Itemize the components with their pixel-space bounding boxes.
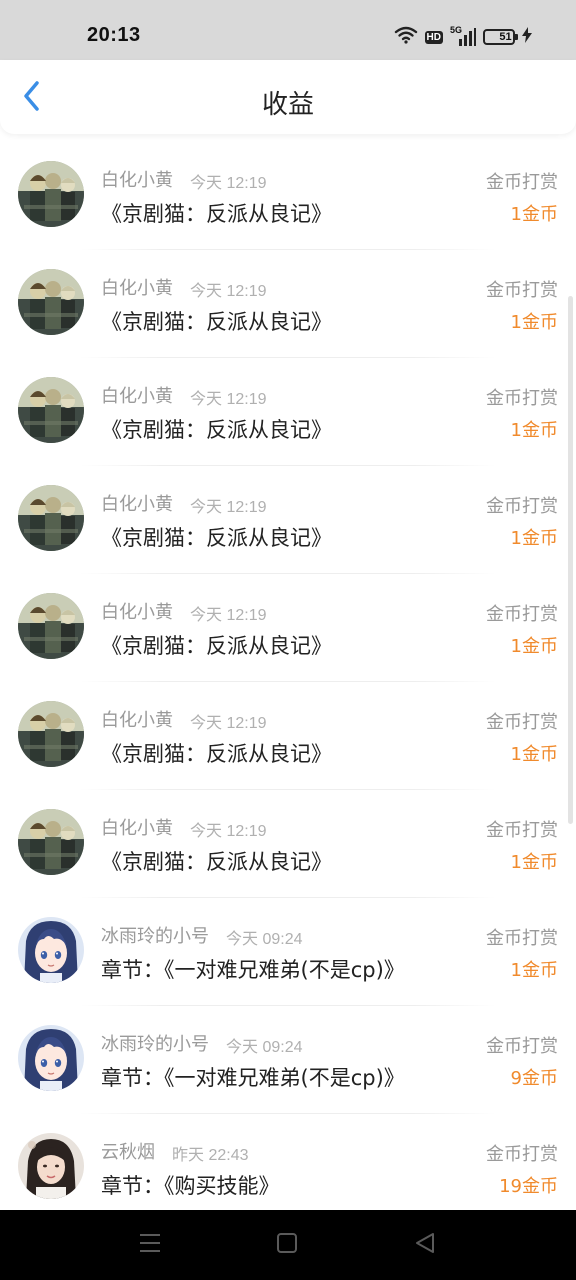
navigation-bar xyxy=(0,1210,576,1280)
back-triangle-icon xyxy=(414,1231,436,1259)
group-photo-avatar[interactable] xyxy=(18,701,84,767)
battery-level: 51 xyxy=(499,31,512,43)
list-item[interactable]: 白化小黄 今天 12:19 《京剧猫：反派从良记》 金币打赏 1金币 xyxy=(0,790,576,898)
username[interactable]: 白化小黄 xyxy=(101,706,173,732)
group-photo-avatar[interactable] xyxy=(18,161,84,227)
timestamp: 今天 12:19 xyxy=(190,823,267,840)
reward-type: 金币打赏 xyxy=(486,604,558,625)
reward-amount: 1金币 xyxy=(510,420,558,441)
username[interactable]: 白化小黄 xyxy=(101,814,173,840)
reward-type: 金币打赏 xyxy=(486,1144,558,1165)
list-item[interactable]: 白化小黄 今天 12:19 《京剧猫：反派从良记》 金币打赏 1金币 xyxy=(0,466,576,574)
username[interactable]: 白化小黄 xyxy=(101,382,173,408)
username[interactable]: 白化小黄 xyxy=(101,274,173,300)
reward-amount: 1金币 xyxy=(510,312,558,333)
back-nav-button[interactable] xyxy=(412,1232,438,1258)
list-item[interactable]: 白化小黄 今天 12:19 《京剧猫：反派从良记》 金币打赏 1金币 xyxy=(0,250,576,358)
reward-amount: 1金币 xyxy=(510,636,558,657)
reward-type: 金币打赏 xyxy=(486,1036,558,1057)
group-photo-avatar[interactable] xyxy=(18,593,84,659)
charging-icon xyxy=(522,27,532,47)
work-title: 《京剧猫：反派从良记》 xyxy=(101,310,332,334)
status-bar: 20:13 HD 5G 51 xyxy=(0,0,576,60)
work-title: 《京剧猫：反派从良记》 xyxy=(101,634,332,658)
status-icons: HD 5G 51 xyxy=(394,25,532,48)
signal-icon: 5G xyxy=(450,25,476,46)
wifi-icon xyxy=(394,26,418,48)
work-title: 《京剧猫：反派从良记》 xyxy=(101,202,332,226)
reward-type: 金币打赏 xyxy=(486,820,558,841)
list-item[interactable]: 白化小黄 今天 12:19 《京剧猫：反派从良记》 金币打赏 1金币 xyxy=(0,574,576,682)
timestamp: 今天 12:19 xyxy=(190,175,267,192)
reward-type: 金币打赏 xyxy=(486,496,558,517)
username[interactable]: 白化小黄 xyxy=(101,490,173,516)
reward-amount: 9金币 xyxy=(510,1068,558,1089)
list-item[interactable]: 白化小黄 今天 12:19 《京剧猫：反派从良记》 金币打赏 1金币 xyxy=(0,142,576,250)
group-photo-avatar[interactable] xyxy=(18,809,84,875)
reward-amount: 1金币 xyxy=(510,528,558,549)
menu-icon xyxy=(138,1232,162,1258)
username[interactable]: 白化小黄 xyxy=(101,598,173,624)
list-item[interactable]: 冰雨玲的小号 今天 09:24 章节：《一对难兄难弟(不是cp)》 金币打赏 1金币 xyxy=(0,898,576,1006)
work-title: 章节：《一对难兄难弟(不是cp)》 xyxy=(101,958,405,982)
group-photo-avatar[interactable] xyxy=(18,377,84,443)
timestamp: 今天 09:24 xyxy=(226,1039,303,1056)
portrait-avatar[interactable] xyxy=(18,1133,84,1199)
reward-amount: 1金币 xyxy=(510,960,558,981)
timestamp: 今天 12:19 xyxy=(190,607,267,624)
reward-type: 金币打赏 xyxy=(486,712,558,733)
list-item[interactable]: 冰雨玲的小号 今天 09:24 章节：《一对难兄难弟(不是cp)》 金币打赏 9金币 xyxy=(0,1006,576,1114)
list-item[interactable]: 云秋烟 昨天 22:43 章节：《购买技能》 金币打赏 19金币 xyxy=(0,1114,576,1222)
group-photo-avatar[interactable] xyxy=(18,269,84,335)
home-square-icon xyxy=(275,1231,299,1259)
work-title: 《京剧猫：反派从良记》 xyxy=(101,850,332,874)
work-title: 《京剧猫：反派从良记》 xyxy=(101,742,332,766)
status-time: 20:13 xyxy=(87,24,141,46)
header: 收益 xyxy=(0,60,576,134)
reward-amount: 1金币 xyxy=(510,204,558,225)
reward-type: 金币打赏 xyxy=(486,928,558,949)
timestamp: 今天 12:19 xyxy=(190,499,267,516)
reward-type: 金币打赏 xyxy=(486,280,558,301)
hd-badge: HD xyxy=(424,30,443,44)
page-title: 收益 xyxy=(261,90,314,120)
group-photo-avatar[interactable] xyxy=(18,485,84,551)
reward-amount: 1金币 xyxy=(510,744,558,765)
work-title: 章节：《购买技能》 xyxy=(101,1174,280,1198)
reward-amount: 1金币 xyxy=(510,852,558,873)
anime-girl-avatar[interactable] xyxy=(18,917,84,983)
timestamp: 今天 12:19 xyxy=(190,391,267,408)
timestamp: 今天 09:24 xyxy=(226,931,303,948)
username[interactable]: 云秋烟 xyxy=(101,1138,155,1164)
reward-amount: 19金币 xyxy=(499,1176,558,1197)
earnings-list: 白化小黄 今天 12:19 《京剧猫：反派从良记》 金币打赏 1金币 白化小黄 今天 12:… xyxy=(0,142,576,1222)
home-button[interactable] xyxy=(274,1232,300,1258)
username[interactable]: 冰雨玲的小号 xyxy=(101,1030,209,1056)
username[interactable]: 冰雨玲的小号 xyxy=(101,922,209,948)
menu-button[interactable] xyxy=(137,1232,163,1258)
work-title: 章节：《一对难兄难弟(不是cp)》 xyxy=(101,1066,405,1090)
work-title: 《京剧猫：反派从良记》 xyxy=(101,418,332,442)
timestamp: 昨天 22:43 xyxy=(172,1147,249,1164)
list-item[interactable]: 白化小黄 今天 12:19 《京剧猫：反派从良记》 金币打赏 1金币 xyxy=(0,682,576,790)
timestamp: 今天 12:19 xyxy=(190,715,267,732)
work-title: 《京剧猫：反派从良记》 xyxy=(101,526,332,550)
username[interactable]: 白化小黄 xyxy=(101,166,173,192)
anime-girl-avatar[interactable] xyxy=(18,1025,84,1091)
timestamp: 今天 12:19 xyxy=(190,283,267,300)
reward-type: 金币打赏 xyxy=(486,388,558,409)
scrollbar[interactable] xyxy=(568,296,573,824)
reward-type: 金币打赏 xyxy=(486,172,558,193)
list-item[interactable]: 白化小黄 今天 12:19 《京剧猫：反派从良记》 金币打赏 1金币 xyxy=(0,358,576,466)
battery-icon: 51 xyxy=(483,29,518,45)
